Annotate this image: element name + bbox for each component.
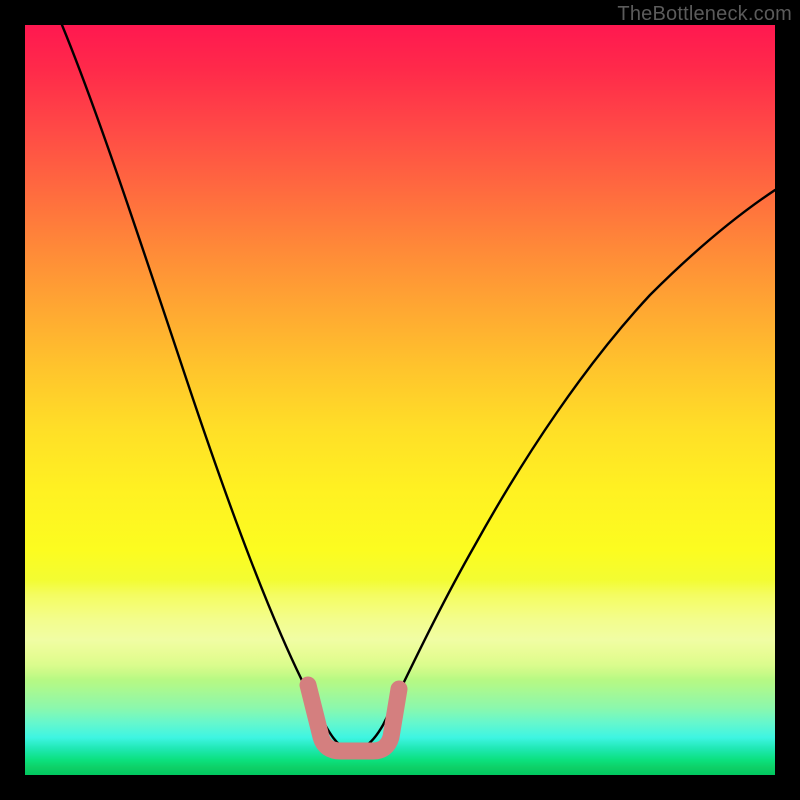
chart-stage: TheBottleneck.com (0, 0, 800, 800)
bottleneck-curve (62, 25, 775, 751)
curve-layer (25, 25, 775, 775)
watermark-text: TheBottleneck.com (617, 3, 792, 26)
plot-area (25, 25, 775, 775)
